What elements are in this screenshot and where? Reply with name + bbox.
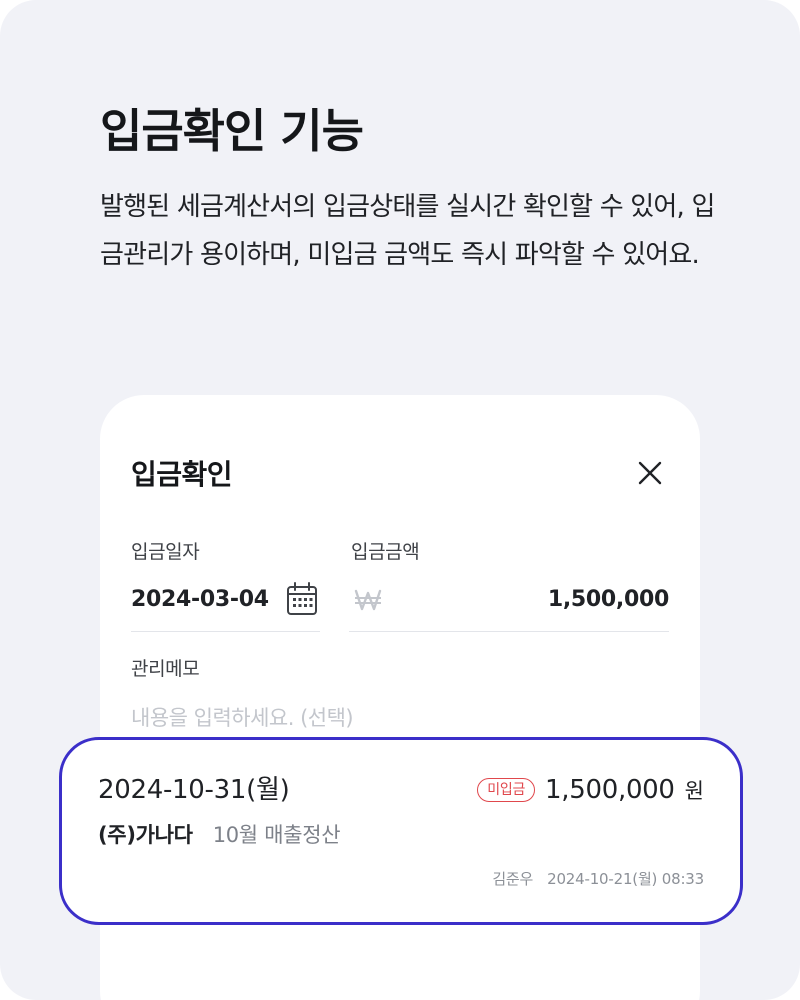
deposit-date-value: 2024-03-04 xyxy=(131,587,269,612)
record-amount-unit: 원 xyxy=(684,779,704,803)
calendar-icon[interactable] xyxy=(285,581,319,617)
deposit-date-field[interactable]: 2024-03-04 xyxy=(131,573,320,632)
record-author: 김준우 xyxy=(492,870,534,888)
page-description: 발행된 세금계산서의 입금상태를 실시간 확인할 수 있어, 입금관리가 용이하… xyxy=(100,192,715,270)
memo-label: 관리메모 xyxy=(131,658,200,680)
deposit-date-label: 입금일자 xyxy=(131,541,200,563)
deposit-record-card[interactable]: 2024-10-31(월) 미입금 1,500,000 원 (주)가나다 10월… xyxy=(59,737,743,925)
modal-title: 입금확인 xyxy=(131,458,233,491)
record-amount-group: 미입금 1,500,000 원 xyxy=(477,772,704,808)
record-amount: 1,500,000 xyxy=(545,775,675,805)
page-headline: 입금확인 기능 xyxy=(100,104,364,158)
feature-page: 입금확인 기능 발행된 세금계산서의 입금상태를 실시간 확인할 수 있어, 입… xyxy=(0,0,800,1000)
won-icon xyxy=(353,585,383,615)
memo-input[interactable] xyxy=(131,700,651,736)
close-button[interactable] xyxy=(634,457,666,489)
record-company: (주)가나다 xyxy=(98,823,193,847)
record-date: 2024-10-31(월) xyxy=(98,775,290,805)
deposit-amount-field[interactable]: 1,500,000 xyxy=(349,573,669,632)
record-description: 10월 매출정산 xyxy=(212,823,341,847)
close-icon xyxy=(638,461,662,485)
status-badge: 미입금 xyxy=(477,778,536,802)
record-timestamp: 2024-10-21(월) 08:33 xyxy=(547,870,704,888)
deposit-amount-label: 입금금액 xyxy=(351,541,420,563)
record-company-row: (주)가나다 10월 매출정산 xyxy=(98,818,341,852)
deposit-amount-value: 1,500,000 xyxy=(547,587,669,612)
record-meta: 김준우 2024-10-21(월) 08:33 xyxy=(492,868,704,890)
